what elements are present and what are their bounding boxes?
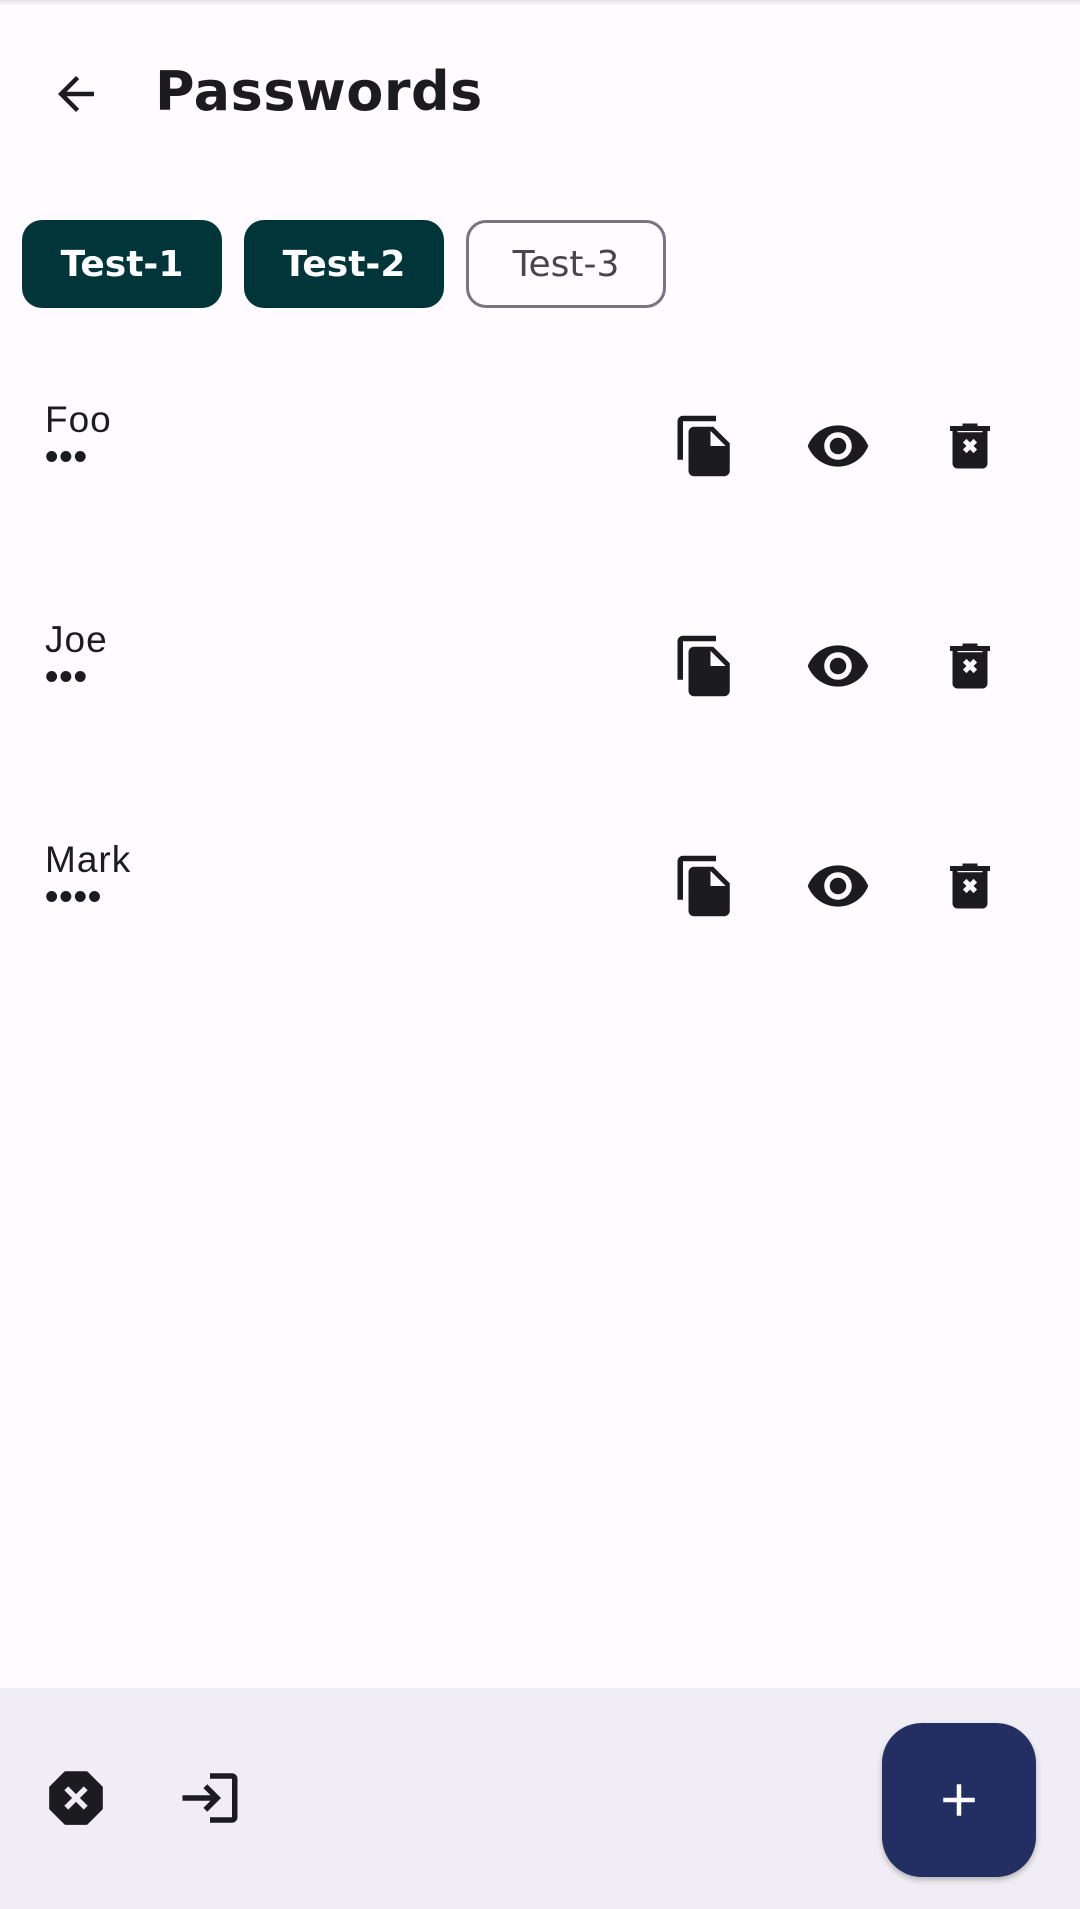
copy-button[interactable] — [661, 842, 749, 930]
eye-icon — [807, 865, 869, 907]
chip-test-2[interactable]: Test-2 — [244, 220, 444, 308]
list-item: Joe ••• — [0, 590, 1080, 810]
clear-icon — [49, 1771, 103, 1825]
copy-icon — [677, 415, 730, 477]
page-title: Passwords — [155, 60, 483, 123]
copy-button[interactable] — [661, 402, 749, 490]
show-password-button[interactable] — [794, 402, 882, 490]
chip-test-3[interactable]: Test-3 — [466, 220, 666, 308]
list-item: Foo ••• — [0, 370, 1080, 590]
entry-masked-password: ••• — [45, 436, 88, 478]
arrow-back-icon — [58, 76, 94, 112]
delete-icon — [950, 423, 990, 469]
plus-icon — [943, 1784, 975, 1816]
show-password-button[interactable] — [794, 842, 882, 930]
password-list: Foo ••• Joe ••• Mark •••• — [0, 370, 1080, 1030]
login-button[interactable] — [160, 1748, 260, 1848]
delete-icon — [950, 863, 990, 909]
chip-test-1[interactable]: Test-1 — [22, 220, 222, 308]
clear-button[interactable] — [26, 1748, 126, 1848]
delete-icon — [950, 643, 990, 689]
group-filter-chips: Test-1 Test-2 Test-3 — [22, 220, 666, 308]
login-icon — [182, 1773, 238, 1823]
eye-icon — [807, 425, 869, 467]
list-item: Mark •••• — [0, 810, 1080, 1030]
back-button[interactable] — [40, 58, 112, 130]
copy-icon — [677, 855, 730, 917]
bottom-app-bar — [0, 1688, 1080, 1909]
add-password-button[interactable] — [882, 1723, 1036, 1877]
delete-button[interactable] — [926, 842, 1014, 930]
top-app-bar: Passwords — [0, 0, 1080, 185]
eye-icon — [807, 645, 869, 687]
copy-button[interactable] — [661, 622, 749, 710]
delete-button[interactable] — [926, 622, 1014, 710]
entry-masked-password: •••• — [45, 876, 103, 918]
copy-icon — [677, 635, 730, 697]
delete-button[interactable] — [926, 402, 1014, 490]
entry-masked-password: ••• — [45, 656, 88, 698]
show-password-button[interactable] — [794, 622, 882, 710]
